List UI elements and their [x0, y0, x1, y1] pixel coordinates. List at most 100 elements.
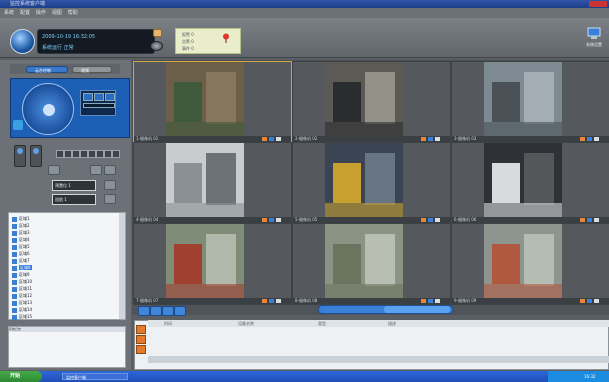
ptz-center-button[interactable]	[43, 104, 55, 116]
menu-item[interactable]: 帮助	[68, 8, 78, 18]
zoom-icon[interactable]	[13, 120, 23, 130]
focus-control[interactable]	[14, 145, 26, 167]
snapshot-icon[interactable]	[421, 299, 426, 303]
tree-scrollbar[interactable]	[119, 213, 125, 319]
snapshot-icon[interactable]	[580, 137, 585, 141]
preset-button[interactable]	[96, 150, 104, 158]
record-icon[interactable]	[428, 137, 433, 141]
snapshot-icon[interactable]	[262, 218, 267, 222]
camera-group-icon	[12, 286, 17, 292]
call-preset-button[interactable]	[48, 165, 60, 175]
alarm-line: 事件 0	[182, 46, 194, 51]
preset-button[interactable]	[88, 150, 96, 158]
layout-button[interactable]	[174, 306, 186, 316]
video-feed[interactable]	[325, 62, 403, 136]
ptz-direction-dial[interactable]	[22, 83, 74, 135]
column-header[interactable]: 设备名称	[238, 320, 254, 327]
event-filter-button[interactable]	[136, 325, 146, 334]
record-icon[interactable]	[269, 218, 274, 222]
close-icon[interactable]	[276, 218, 281, 222]
column-header[interactable]: 类型	[318, 320, 326, 327]
video-feed[interactable]	[484, 62, 562, 136]
column-header[interactable]: 时间	[164, 320, 172, 327]
ptz-button[interactable]	[83, 93, 93, 101]
cruise-select[interactable]: 巡航 1	[52, 194, 96, 205]
preset-button[interactable]	[56, 150, 64, 158]
preset-button[interactable]	[80, 150, 88, 158]
system-settings-icon[interactable]	[587, 26, 601, 40]
video-feed[interactable]	[166, 62, 244, 136]
close-icon[interactable]	[594, 137, 599, 141]
tab-video[interactable]: 视频	[72, 66, 112, 73]
layout-button[interactable]	[150, 306, 162, 316]
menu-item[interactable]: 配置	[20, 8, 30, 18]
menu-item[interactable]: 操作	[36, 8, 46, 18]
video-feed[interactable]	[484, 224, 562, 298]
record-icon[interactable]	[428, 299, 433, 303]
preset-button[interactable]	[104, 150, 112, 158]
preset-select[interactable]: 预置位 1	[52, 180, 96, 191]
menu-item[interactable]: 系统	[4, 8, 14, 18]
ptz-speed-slider[interactable]	[83, 103, 115, 108]
video-cell[interactable]: 9-摄像机 09	[451, 223, 609, 305]
clear-preset-button[interactable]	[104, 165, 116, 175]
close-icon[interactable]	[435, 218, 440, 222]
bottom-tab-active[interactable]	[384, 306, 450, 313]
ptz-button[interactable]	[105, 93, 115, 101]
start-button[interactable]: 开始	[0, 371, 42, 382]
video-feed[interactable]	[166, 224, 244, 298]
cruise-go-button[interactable]	[104, 194, 116, 204]
menu-item[interactable]: 视图	[52, 8, 62, 18]
layout-button[interactable]	[162, 306, 174, 316]
video-cell[interactable]: 1-摄像机 01	[133, 61, 292, 143]
event-filter-button[interactable]	[136, 335, 146, 344]
close-icon[interactable]	[594, 299, 599, 303]
snapshot-icon[interactable]	[421, 218, 426, 222]
video-cell[interactable]: 5-摄像机 05	[292, 142, 451, 224]
record-icon[interactable]	[269, 299, 274, 303]
record-icon[interactable]	[587, 137, 592, 141]
record-icon[interactable]	[269, 137, 274, 141]
video-cell[interactable]: 2-摄像机 02	[292, 61, 451, 143]
record-icon[interactable]	[587, 218, 592, 222]
record-icon[interactable]	[587, 299, 592, 303]
snapshot-icon[interactable]	[580, 299, 585, 303]
snapshot-icon[interactable]	[421, 137, 426, 141]
close-icon[interactable]	[435, 137, 440, 141]
video-cell[interactable]: 3-摄像机 03	[451, 61, 609, 143]
snapshot-icon[interactable]	[580, 218, 585, 222]
window-controls[interactable]	[589, 1, 607, 7]
preset-button[interactable]	[72, 150, 80, 158]
close-icon[interactable]	[435, 299, 440, 303]
taskbar-app-button[interactable]: 监控客户端	[62, 373, 128, 380]
video-feed[interactable]	[484, 143, 562, 217]
close-icon[interactable]	[276, 137, 281, 141]
close-icon[interactable]	[594, 218, 599, 222]
stop-icon[interactable]	[150, 41, 163, 51]
layout-button[interactable]	[138, 306, 150, 316]
video-cell[interactable]: 8-摄像机 08	[292, 223, 451, 305]
preset-button[interactable]	[112, 150, 120, 158]
set-preset-button[interactable]	[90, 165, 102, 175]
event-filter-button[interactable]	[136, 345, 146, 354]
video-cell[interactable]: 6-摄像机 06	[451, 142, 609, 224]
tab-ptz[interactable]: 云台控制	[26, 66, 68, 73]
record-icon[interactable]	[153, 29, 162, 37]
video-feed[interactable]	[325, 224, 403, 298]
snapshot-icon[interactable]	[262, 137, 267, 141]
tree-item[interactable]: 区域15	[12, 313, 32, 321]
record-icon[interactable]	[428, 218, 433, 222]
ptz-button[interactable]	[94, 93, 104, 101]
alarm-pin-icon[interactable]	[222, 33, 230, 43]
video-feed[interactable]	[325, 143, 403, 217]
camera-group-icon	[12, 272, 17, 278]
preset-go-button[interactable]	[104, 180, 116, 190]
iris-control[interactable]	[30, 145, 42, 167]
video-cell[interactable]: 4-摄像机 04	[133, 142, 292, 224]
column-header[interactable]: 描述	[388, 320, 396, 327]
close-icon[interactable]	[276, 299, 281, 303]
video-feed[interactable]	[166, 143, 244, 217]
video-cell[interactable]: 7-摄像机 07	[133, 223, 292, 305]
preset-button[interactable]	[64, 150, 72, 158]
snapshot-icon[interactable]	[262, 299, 267, 303]
